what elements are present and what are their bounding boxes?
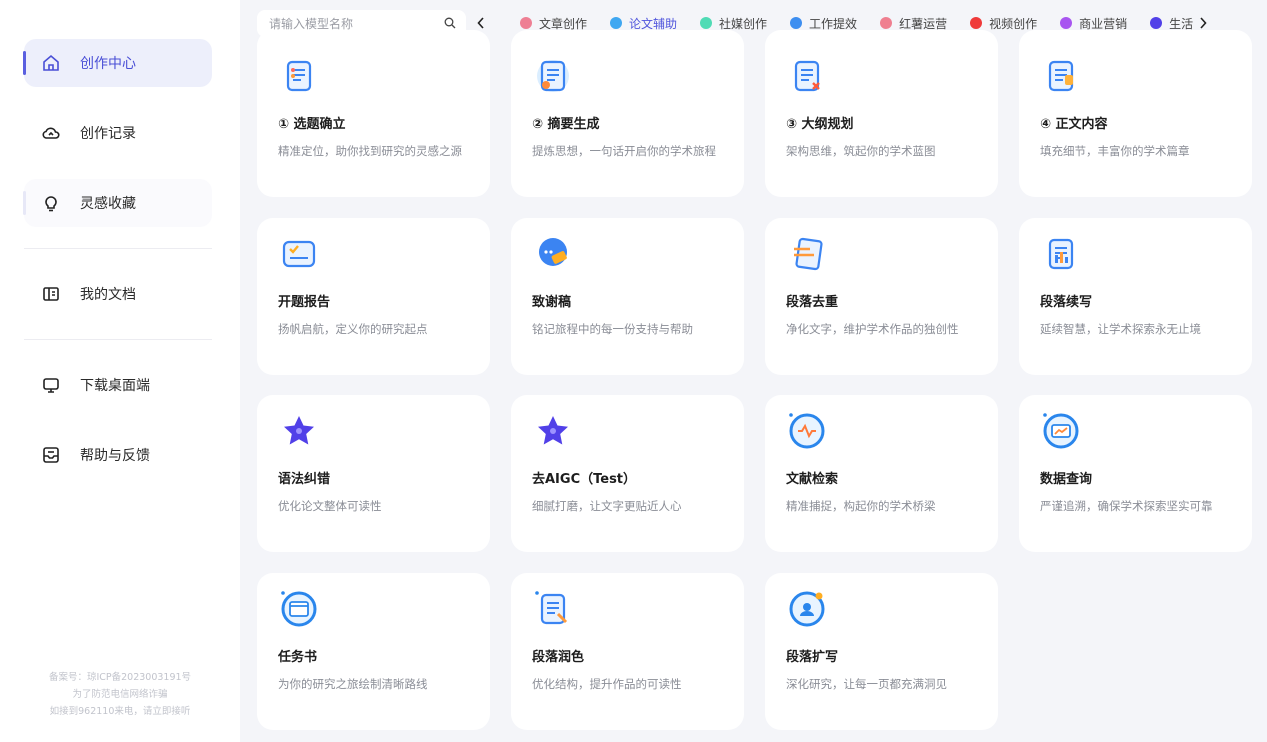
thanks-icon bbox=[532, 233, 574, 275]
polish-icon bbox=[532, 588, 574, 630]
tool-card-description: 精准捕捉，构起你的学术桥梁 bbox=[786, 499, 936, 513]
icp-notice: 备案号：琼ICP备2023003191号 为了防范电信网络诈骗 如接到96211… bbox=[0, 669, 240, 720]
tab-dot-icon bbox=[520, 17, 532, 29]
icp-number[interactable]: 备案号：琼ICP备2023003191号 bbox=[0, 669, 240, 686]
sidebar-item-label: 帮助与反馈 bbox=[80, 448, 150, 464]
tab-dot-icon bbox=[970, 17, 983, 29]
tool-card-description: 净化文字，维护学术作品的独创性 bbox=[786, 322, 959, 336]
home-icon bbox=[40, 52, 62, 74]
document-icon bbox=[40, 283, 62, 305]
cloud-icon bbox=[40, 122, 62, 144]
tool-card-description: 细腻打磨，让文字更贴近人心 bbox=[532, 499, 682, 513]
tool-card-title: 段落扩写 bbox=[786, 650, 839, 665]
tool-card[interactable]: 段落扩写深化研究，让每一页都充满洞见 bbox=[765, 573, 998, 730]
outline-icon bbox=[786, 55, 828, 97]
tool-card[interactable]: 文献检索精准捕捉，构起你的学术桥梁 bbox=[765, 395, 998, 552]
tool-card-description: 架构思维，筑起你的学术蓝图 bbox=[786, 144, 936, 158]
search-input[interactable] bbox=[269, 16, 444, 31]
dedupe-icon bbox=[786, 233, 828, 275]
tool-card[interactable]: 段落润色优化结构，提升作品的可读性 bbox=[511, 573, 744, 730]
sidebar-item-creation-history[interactable]: 创作记录 bbox=[24, 109, 212, 157]
tool-card-title: ② 摘要生成 bbox=[532, 117, 600, 132]
tool-card-title: 数据查询 bbox=[1040, 472, 1093, 487]
tool-card-description: 为你的研究之旅绘制清晰路线 bbox=[278, 677, 428, 691]
report-icon bbox=[278, 233, 320, 275]
tool-card[interactable]: 去AIGC（Test） 细腻打磨，让文字更贴近人心 bbox=[511, 395, 744, 552]
sidebar-item-label: 创作记录 bbox=[80, 126, 136, 142]
sidebar-divider bbox=[24, 248, 212, 249]
tool-card[interactable]: 语法纠错优化论文整体可读性 bbox=[257, 395, 490, 552]
monitor-icon bbox=[40, 374, 62, 396]
data-query-icon bbox=[1040, 410, 1082, 452]
tool-card-description: 严谨追溯，确保学术探索坚实可靠 bbox=[1040, 499, 1213, 513]
tool-card[interactable]: ① 选题确立精准定位，助你找到研究的灵感之源 bbox=[257, 30, 490, 197]
star-icon bbox=[278, 410, 320, 452]
sidebar-item-label: 创作中心 bbox=[80, 56, 136, 72]
star-icon bbox=[532, 410, 574, 452]
tool-card-description: 铭记旅程中的每一份支持与帮助 bbox=[532, 322, 693, 336]
tool-card-title: 开题报告 bbox=[278, 295, 331, 310]
tool-card[interactable]: ② 摘要生成提炼思想，一句话开启你的学术旅程 bbox=[511, 30, 744, 197]
tool-card-title: ③ 大纲规划 bbox=[786, 117, 854, 132]
sidebar-item-inspiration[interactable]: 灵感收藏 bbox=[23, 179, 212, 227]
sidebar-item-label: 我的文档 bbox=[80, 287, 136, 303]
tool-card[interactable]: 开题报告扬帆启航，定义你的研究起点 bbox=[257, 218, 490, 375]
literature-search-icon bbox=[786, 410, 828, 452]
tool-card-title: 段落去重 bbox=[786, 295, 839, 310]
abstract-icon bbox=[532, 55, 574, 97]
tool-card-title: 文献检索 bbox=[786, 472, 839, 487]
tool-card-description: 提炼思想，一句话开启你的学术旅程 bbox=[532, 144, 716, 158]
fraud-notice: 为了防范电信网络诈骗 bbox=[72, 689, 168, 700]
tool-card-description: 延续智慧，让学术探索永无止境 bbox=[1040, 322, 1201, 336]
tool-card-title: 语法纠错 bbox=[278, 472, 331, 487]
fraud-hotline: 如接到962110来电，请立即接听 bbox=[49, 706, 191, 717]
sidebar-item-download-desktop[interactable]: 下载桌面端 bbox=[24, 361, 212, 409]
tool-card[interactable]: ④ 正文内容填充细节，丰富你的学术篇章 bbox=[1019, 30, 1252, 197]
tool-card-description: 深化研究，让每一页都充满洞见 bbox=[786, 677, 947, 691]
sidebar-item-my-documents[interactable]: 我的文档 bbox=[24, 270, 212, 318]
sidebar-divider bbox=[24, 339, 212, 340]
tool-card-title: ④ 正文内容 bbox=[1040, 117, 1108, 132]
tool-card-title: 段落润色 bbox=[532, 650, 585, 665]
tool-card-title: 去AIGC（Test） bbox=[532, 472, 637, 487]
tool-card-description: 扬帆启航，定义你的研究起点 bbox=[278, 322, 428, 336]
tool-card[interactable]: 数据查询严谨追溯，确保学术探索坚实可靠 bbox=[1019, 395, 1252, 552]
tool-card-description: 优化结构，提升作品的可读性 bbox=[532, 677, 682, 691]
tool-card-title: 任务书 bbox=[278, 650, 318, 665]
sidebar-item-label: 下载桌面端 bbox=[80, 378, 150, 394]
tool-card[interactable]: 致谢稿铭记旅程中的每一份支持与帮助 bbox=[511, 218, 744, 375]
sidebar: 创作中心 创作记录 灵感收藏 我的文档 下载桌面端 帮助与反馈 备案号：琼ICP… bbox=[0, 0, 240, 742]
tool-card[interactable]: 段落去重净化文字，维护学术作品的独创性 bbox=[765, 218, 998, 375]
tool-card-title: ① 选题确立 bbox=[278, 117, 346, 132]
tab-dot-icon bbox=[880, 17, 893, 29]
tool-card-description: 优化论文整体可读性 bbox=[278, 499, 382, 513]
tab-dot-icon bbox=[1060, 17, 1073, 29]
tool-card[interactable]: 段落续写延续智慧，让学术探索永无止境 bbox=[1019, 218, 1252, 375]
tab-dot-icon bbox=[790, 17, 803, 29]
sidebar-item-help-feedback[interactable]: 帮助与反馈 bbox=[24, 431, 212, 479]
content-icon bbox=[1040, 55, 1082, 97]
sidebar-item-label: 灵感收藏 bbox=[80, 196, 136, 212]
lightbulb-icon bbox=[40, 192, 62, 214]
tool-card-title: 致谢稿 bbox=[532, 295, 572, 310]
topic-icon bbox=[278, 55, 320, 97]
tab-dot-icon bbox=[1150, 17, 1163, 29]
feedback-icon bbox=[40, 444, 62, 466]
tool-card[interactable]: ③ 大纲规划架构思维，筑起你的学术蓝图 bbox=[765, 30, 998, 197]
task-icon bbox=[278, 588, 320, 630]
tab-dot-icon bbox=[610, 17, 623, 29]
tool-card[interactable]: 任务书为你的研究之旅绘制清晰路线 bbox=[257, 573, 490, 730]
expand-icon bbox=[786, 588, 828, 630]
sidebar-item-creation-center[interactable]: 创作中心 bbox=[23, 39, 212, 87]
tool-card-description: 精准定位，助你找到研究的灵感之源 bbox=[278, 144, 462, 158]
tool-card-description: 填充细节，丰富你的学术篇章 bbox=[1040, 144, 1190, 158]
tool-card-title: 段落续写 bbox=[1040, 295, 1093, 310]
tab-dot-icon bbox=[700, 17, 713, 29]
continue-icon bbox=[1040, 233, 1082, 275]
